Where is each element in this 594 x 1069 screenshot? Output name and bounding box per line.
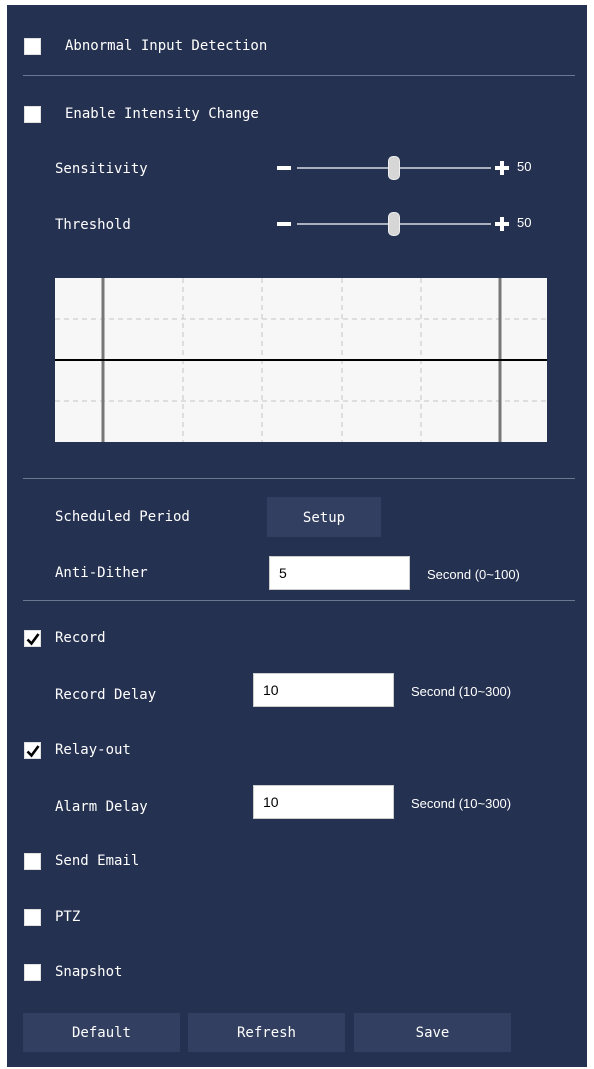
refresh-button[interactable]: Refresh <box>188 1013 345 1052</box>
checkmark-icon <box>26 745 40 758</box>
intensity-change-label: Enable Intensity Change <box>65 106 259 122</box>
divider <box>23 600 575 601</box>
threshold-slider[interactable]: 50 <box>277 212 552 236</box>
abnormal-input-label: Abnormal Input Detection <box>65 38 268 54</box>
record-label: Record <box>55 630 106 646</box>
intensity-graph-canvas <box>55 278 547 442</box>
threshold-value: 50 <box>517 215 532 230</box>
snapshot-checkbox[interactable] <box>24 964 41 981</box>
intensity-change-checkbox[interactable] <box>24 106 41 123</box>
record-checkbox[interactable] <box>24 630 41 647</box>
alarm-settings-panel: Abnormal Input Detection Enable Intensit… <box>7 5 587 1067</box>
anti-dither-input[interactable] <box>269 556 410 590</box>
alarm-delay-range: Second (10~300) <box>411 796 512 811</box>
slider-thumb[interactable] <box>388 156 400 180</box>
minus-icon[interactable] <box>277 222 291 226</box>
sensitivity-label: Sensitivity <box>55 161 148 177</box>
setup-button[interactable]: Setup <box>267 497 381 537</box>
sensitivity-slider[interactable]: 50 <box>277 156 552 180</box>
relay-out-checkbox[interactable] <box>24 742 41 759</box>
intensity-graph <box>55 278 547 442</box>
slider-thumb[interactable] <box>388 212 400 236</box>
minus-icon[interactable] <box>277 166 291 170</box>
record-delay-range: Second (10~300) <box>411 684 512 699</box>
record-delay-input[interactable] <box>253 673 394 707</box>
scheduled-period-label: Scheduled Period <box>55 509 190 525</box>
anti-dither-label: Anti-Dither <box>55 565 148 581</box>
threshold-label: Threshold <box>55 217 131 233</box>
alarm-delay-label: Alarm Delay <box>55 799 148 815</box>
checkmark-icon <box>26 633 40 646</box>
divider <box>23 478 575 479</box>
send-email-checkbox[interactable] <box>24 853 41 870</box>
ptz-label: PTZ <box>55 909 81 925</box>
ptz-checkbox[interactable] <box>24 909 41 926</box>
send-email-label: Send Email <box>55 853 140 869</box>
default-button[interactable]: Default <box>23 1013 180 1052</box>
record-delay-label: Record Delay <box>55 687 157 703</box>
abnormal-input-checkbox[interactable] <box>24 38 41 55</box>
alarm-delay-input[interactable] <box>253 785 394 819</box>
relay-out-label: Relay-out <box>55 742 131 758</box>
save-button[interactable]: Save <box>354 1013 511 1052</box>
snapshot-label: Snapshot <box>55 964 123 980</box>
divider <box>23 75 575 76</box>
sensitivity-value: 50 <box>517 159 532 174</box>
anti-dither-range: Second (0~100) <box>427 567 520 582</box>
